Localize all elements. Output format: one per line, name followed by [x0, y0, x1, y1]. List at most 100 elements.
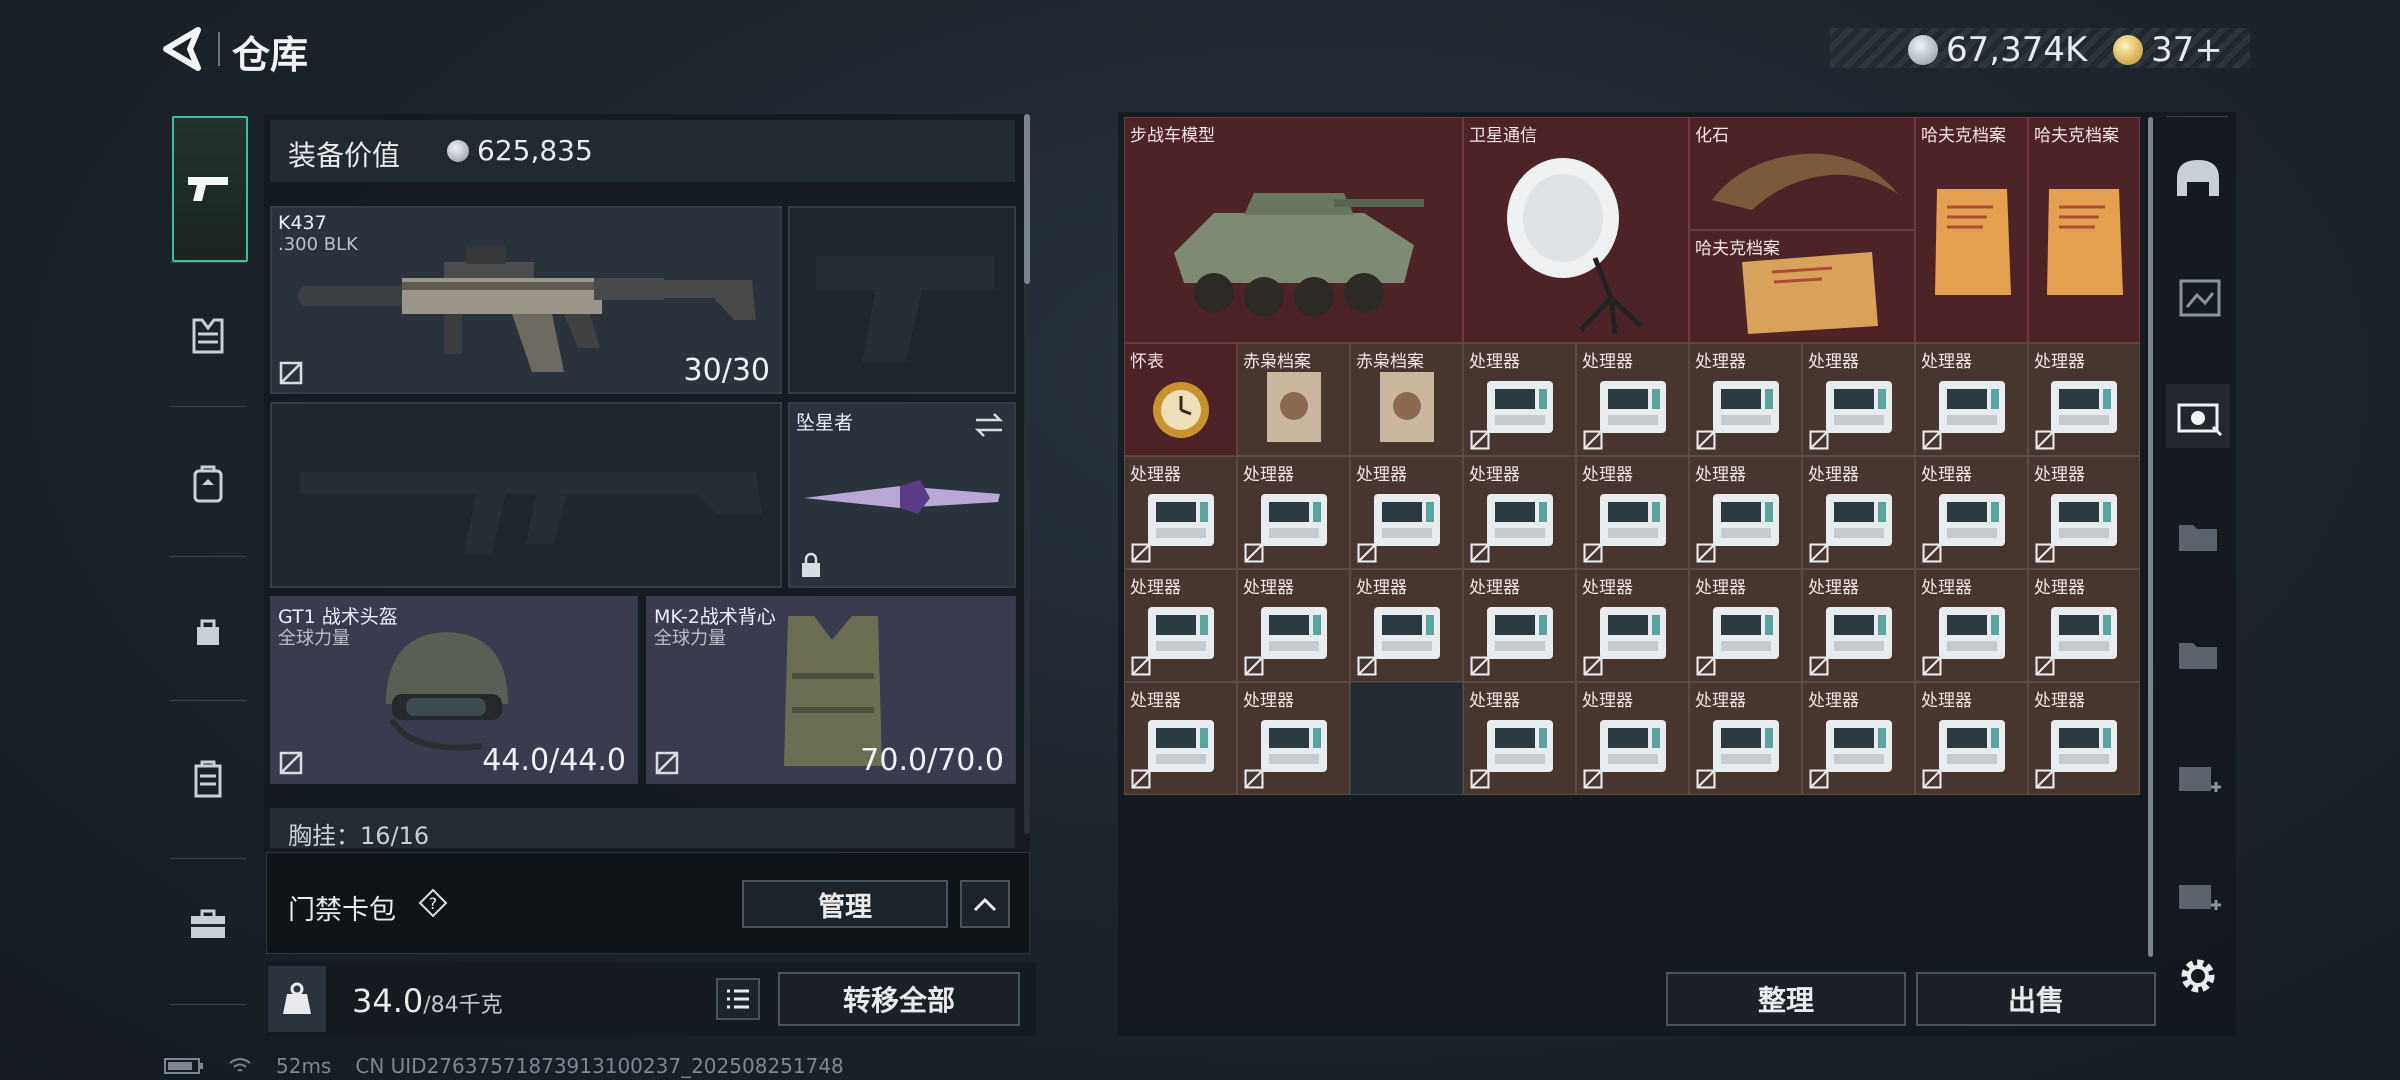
- item-label: 处理器: [1469, 465, 1520, 485]
- loadout-scrollbar[interactable]: [1024, 114, 1030, 284]
- tab-container-5[interactable]: [2166, 620, 2230, 684]
- item-processor[interactable]: 处理器: [2028, 569, 2140, 682]
- item-processor[interactable]: 处理器: [1802, 343, 1915, 456]
- sell-button[interactable]: 出售: [1916, 972, 2156, 1026]
- tab-container-2[interactable]: [2166, 264, 2230, 328]
- helmet-slot[interactable]: GT1 战术头盔 全球力量 44.0/44.0: [270, 596, 638, 784]
- secondary-weapon-slot[interactable]: [270, 402, 782, 588]
- melee-slot[interactable]: 坠星者: [788, 402, 1016, 588]
- container-active-icon: [2177, 403, 2223, 437]
- transfer-all-button[interactable]: 转移全部: [778, 972, 1020, 1026]
- sidebar-item-backpack[interactable]: [168, 444, 248, 524]
- tab-main-stash[interactable]: [2166, 146, 2230, 210]
- help-icon[interactable]: ?: [418, 888, 448, 918]
- item-red-owl-file[interactable]: 赤枭档案: [1350, 343, 1463, 456]
- sidebar-item-case[interactable]: [168, 884, 248, 964]
- sort-button[interactable]: 整理: [1666, 972, 1906, 1026]
- item-processor[interactable]: 处理器: [1915, 343, 2028, 456]
- item-processor[interactable]: 处理器: [1576, 456, 1689, 569]
- item-processor[interactable]: 处理器: [1915, 569, 2028, 682]
- processor-image: [1825, 607, 1892, 660]
- item-processor[interactable]: 处理器: [1463, 343, 1576, 456]
- backpack-icon: [193, 465, 223, 503]
- item-label: 处理器: [1695, 578, 1746, 598]
- stash-scrollbar[interactable]: [2148, 117, 2153, 957]
- tab-add-container-2[interactable]: [2166, 862, 2230, 926]
- no-insurance-icon: [1244, 656, 1264, 676]
- rifle-silhouette-icon: [300, 472, 762, 554]
- ticket-display[interactable]: 37+: [2113, 30, 2223, 70]
- item-processor[interactable]: 处理器: [1802, 456, 1915, 569]
- helmet-durability: 44.0/44.0: [482, 743, 626, 778]
- item-processor[interactable]: 处理器: [1802, 569, 1915, 682]
- item-processor[interactable]: 处理器: [2028, 682, 2140, 795]
- item-processor[interactable]: 处理器: [1237, 456, 1350, 569]
- item-processor[interactable]: 处理器: [1802, 682, 1915, 795]
- money-display[interactable]: 67,374K: [1908, 30, 2087, 70]
- item-processor[interactable]: 处理器: [1237, 569, 1350, 682]
- item-fossil[interactable]: 化石: [1689, 117, 1915, 230]
- weight-icon: [283, 982, 311, 1014]
- help-glyph: ?: [429, 894, 438, 913]
- item-processor[interactable]: 处理器: [1689, 456, 1802, 569]
- item-processor[interactable]: 处理器: [1689, 343, 1802, 456]
- item-processor[interactable]: 处理器: [1576, 569, 1689, 682]
- item-ifv-model[interactable]: 步战车模型: [1124, 117, 1463, 343]
- empty-cell[interactable]: [1350, 682, 1463, 795]
- item-processor[interactable]: 处理器: [1463, 456, 1576, 569]
- sidebar-item-chest-rig[interactable]: [168, 296, 248, 376]
- item-processor[interactable]: 处理器: [1463, 569, 1576, 682]
- item-pocket-watch[interactable]: 怀表: [1124, 343, 1237, 456]
- item-processor[interactable]: 处理器: [1350, 456, 1463, 569]
- helmet-image: [386, 632, 508, 751]
- item-processor[interactable]: 处理器: [1237, 682, 1350, 795]
- tab-container-3[interactable]: [2166, 384, 2230, 448]
- item-processor[interactable]: 处理器: [1915, 456, 2028, 569]
- item-processor[interactable]: 处理器: [1463, 682, 1576, 795]
- processor-image: [1486, 494, 1553, 547]
- tab-container-4[interactable]: [2166, 502, 2230, 566]
- item-red-owl-file[interactable]: 赤枭档案: [1237, 343, 1350, 456]
- item-processor[interactable]: 处理器: [1689, 682, 1802, 795]
- item-processor[interactable]: 处理器: [1124, 569, 1237, 682]
- manage-button[interactable]: 管理: [742, 880, 948, 928]
- no-insurance-icon: [1244, 543, 1264, 563]
- back-button[interactable]: [160, 26, 210, 72]
- list-view-button[interactable]: [716, 978, 760, 1020]
- item-processor[interactable]: 处理器: [1576, 343, 1689, 456]
- item-processor[interactable]: 处理器: [1915, 682, 2028, 795]
- item-satellite-comm[interactable]: 卫星通信: [1463, 117, 1689, 343]
- collapse-button[interactable]: [960, 880, 1010, 928]
- item-haavk-file[interactable]: 哈夫克档案: [1915, 117, 2028, 343]
- fossil-image: [1712, 153, 1898, 211]
- processor-image: [1599, 494, 1666, 547]
- settings-button[interactable]: [2166, 944, 2230, 1008]
- pistol-slot[interactable]: [788, 206, 1016, 394]
- item-label: 处理器: [1356, 465, 1407, 485]
- item-processor[interactable]: 处理器: [1124, 456, 1237, 569]
- item-processor[interactable]: 处理器: [1689, 569, 1802, 682]
- item-label: 处理器: [1921, 465, 1972, 485]
- armor-slot[interactable]: MK-2战术背心 全球力量 70.0/70.0: [646, 596, 1016, 784]
- item-haavk-file-wide[interactable]: 哈夫克档案: [1689, 230, 1915, 343]
- swap-icon[interactable]: [974, 412, 1004, 438]
- item-haavk-file[interactable]: 哈夫克档案: [2028, 117, 2140, 343]
- no-insurance-icon: [1583, 430, 1603, 450]
- item-processor[interactable]: 处理器: [2028, 456, 2140, 569]
- coin-icon: [447, 139, 469, 162]
- item-processor[interactable]: 处理器: [1350, 569, 1463, 682]
- gear-icon: [2181, 959, 2215, 993]
- primary-weapon-slot[interactable]: K437 .300 BLK 30/30: [270, 206, 782, 394]
- sidebar-item-pouch[interactable]: [168, 592, 248, 672]
- sidebar-item-locker[interactable]: [168, 740, 248, 820]
- item-processor[interactable]: 处理器: [1576, 682, 1689, 795]
- no-insurance-icon: [2035, 769, 2055, 789]
- item-label: 处理器: [1582, 691, 1633, 711]
- item-label: 处理器: [1243, 465, 1294, 485]
- item-processor[interactable]: 处理器: [2028, 343, 2140, 456]
- tab-add-container-1[interactable]: [2166, 744, 2230, 808]
- sidebar-item-weapons[interactable]: [168, 148, 248, 228]
- page-title: 仓库: [232, 33, 309, 77]
- item-processor[interactable]: 处理器: [1124, 682, 1237, 795]
- title-divider: [218, 32, 220, 66]
